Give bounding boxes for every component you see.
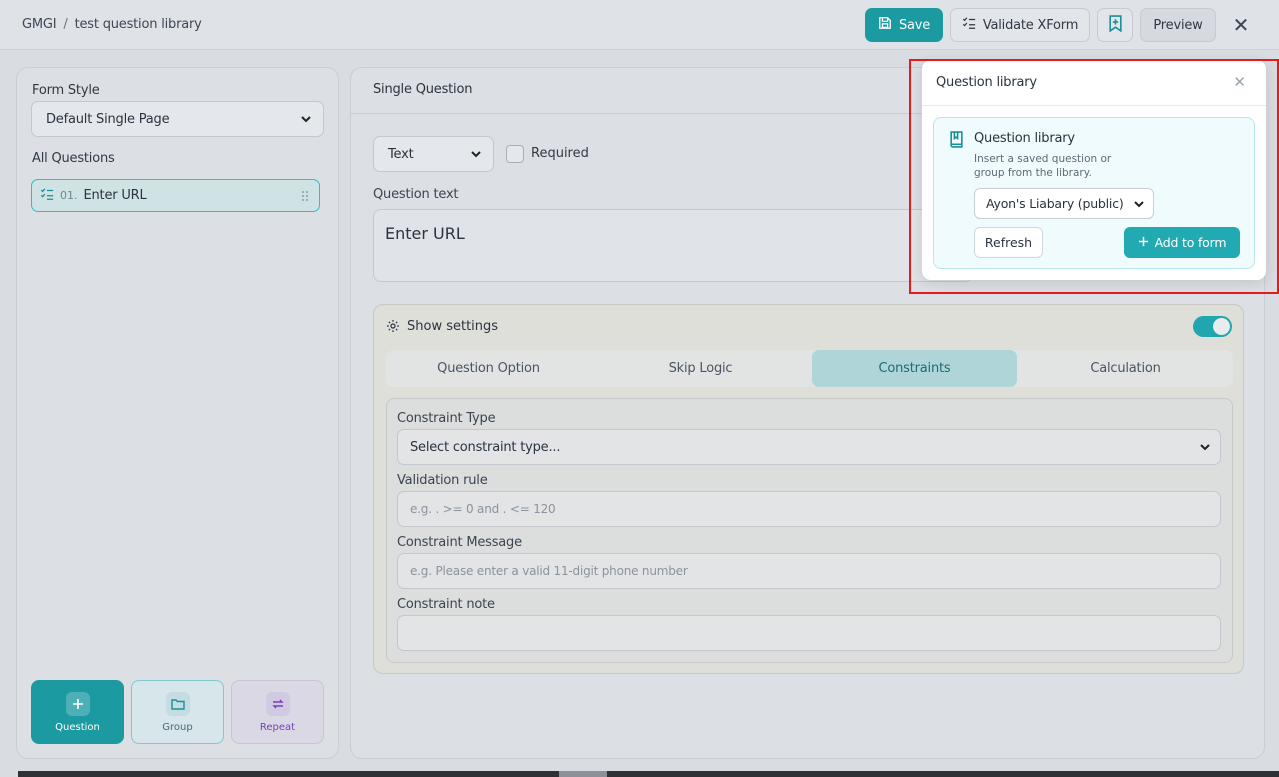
question-library-popover: Question library ✕ Question library Inse… [922,60,1266,280]
preview-button[interactable]: Preview [1140,8,1216,42]
add-repeat-label: Repeat [259,721,296,733]
constraint-message-input[interactable]: e.g. Please enter a valid 11-digit phone… [397,553,1221,589]
gear-icon [386,319,400,337]
validate-xform-button[interactable]: Validate XForm [950,8,1090,42]
library-card-title: Question library [974,131,1075,146]
question-text-label: Question text [373,187,459,202]
editor-title: Single Question [373,82,473,97]
question-number: 01. [60,189,78,202]
constraints-panel: Constraint Type Select constraint type..… [386,398,1233,663]
repeat-icon [265,691,290,716]
popover-title: Question library [936,75,1037,90]
popover-header: Question library ✕ [922,60,1266,106]
breadcrumb-separator: / [63,17,68,32]
tab-skip-logic[interactable]: Skip Logic [598,350,803,387]
close-icon[interactable]: ✕ [1230,14,1252,36]
plus-icon [1138,235,1149,250]
constraint-message-label: Constraint Message [397,535,522,550]
refresh-label: Refresh [984,235,1033,250]
question-type-value: Text [388,146,414,162]
save-to-library-button[interactable] [1097,8,1133,42]
library-select[interactable]: Ayon's Liabary (public) [974,188,1154,219]
tab-question-option[interactable]: Question Option [386,350,591,387]
question-label: Enter URL [83,188,147,203]
add-to-form-button[interactable]: Add to form [1124,227,1240,258]
library-select-value: Ayon's Liabary (public) [986,196,1124,211]
refresh-button[interactable]: Refresh [974,227,1043,258]
add-to-form-label: Add to form [1154,235,1227,250]
save-label: Save [898,17,931,33]
form-style-select[interactable]: Default Single Page [31,101,324,137]
settings-tabs: Question Option Skip Logic Constraints C… [386,350,1233,387]
required-label: Required [531,146,589,161]
plus-icon [65,691,90,716]
form-style-label: Form Style [32,83,100,98]
validate-label: Validate XForm [982,17,1079,33]
chevron-down-icon [1132,197,1146,214]
breadcrumb-org[interactable]: GMGI [22,17,57,32]
form-style-value: Default Single Page [46,111,170,127]
settings-section: Show settings Question Option Skip Logic… [373,304,1244,674]
chevron-down-icon [469,147,483,161]
add-group-button[interactable]: Group [131,680,224,744]
chevron-down-icon [299,112,313,126]
horizontal-scrollbar[interactable] [18,771,1279,777]
add-question-label: Question [55,721,100,733]
question-text-input[interactable]: Enter URL [373,209,973,282]
show-settings-toggle[interactable] [1193,316,1232,337]
question-list-item[interactable]: 01. Enter URL [31,179,320,212]
close-icon[interactable]: ✕ [1233,73,1246,91]
required-checkbox[interactable] [506,145,524,163]
drag-grip-icon[interactable] [301,190,309,206]
question-type-select[interactable]: Text [373,136,494,172]
top-bar: GMGI / test question library Save Validate… [0,0,1279,50]
question-sidebar: Form Style Default Single Page All Quest… [16,67,339,759]
checklist-icon [962,16,976,34]
validation-rule-label: Validation rule [397,473,488,488]
preview-label: Preview [1153,17,1203,33]
constraint-type-label: Constraint Type [397,411,496,426]
all-questions-label: All Questions [32,151,115,166]
tab-calculation[interactable]: Calculation [1023,350,1228,387]
add-group-label: Group [162,721,193,733]
toggle-knob [1213,318,1230,335]
save-button[interactable]: Save [865,8,943,42]
checklist-icon [40,187,54,205]
bookmark-plus-icon [1108,14,1123,36]
show-settings-label: Show settings [407,319,499,334]
book-icon [949,131,964,152]
add-question-button[interactable]: Question [31,680,124,744]
tab-constraints[interactable]: Constraints [812,350,1017,387]
breadcrumb: GMGI / test question library [22,17,202,32]
scrollbar-thumb[interactable] [559,771,607,777]
constraint-type-value: Select constraint type... [410,439,561,455]
constraint-note-input[interactable] [397,615,1221,651]
constraint-type-select[interactable]: Select constraint type... [397,429,1221,465]
save-icon [878,16,892,34]
breadcrumb-project: test question library [74,17,202,32]
validation-rule-input[interactable]: e.g. . >= 0 and . <= 120 [397,491,1221,527]
add-repeat-button[interactable]: Repeat [231,680,324,744]
constraint-note-label: Constraint note [397,597,495,612]
chevron-down-icon [1198,440,1212,458]
library-card: Question library Insert a saved question… [933,117,1255,269]
folder-icon [165,691,190,716]
library-card-description: Insert a saved question or group from th… [974,153,1112,179]
